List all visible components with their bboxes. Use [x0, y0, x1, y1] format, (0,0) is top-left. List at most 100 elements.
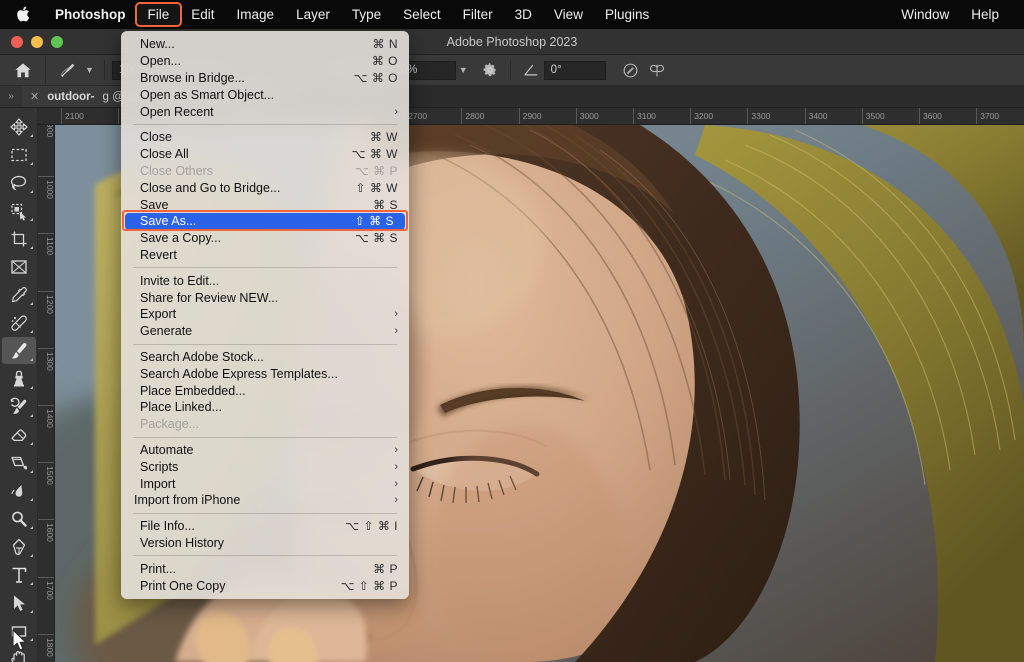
minimize-button[interactable] [31, 36, 43, 48]
menu-item-place-linked[interactable]: Place Linked... [121, 399, 409, 416]
menu-separator [133, 124, 397, 125]
menubar-item-image[interactable]: Image [226, 4, 286, 25]
menubar-item-select[interactable]: Select [392, 4, 452, 25]
ruler-tick-h: 3000 [576, 108, 599, 125]
blur-tool[interactable] [2, 477, 36, 504]
history-brush-tool[interactable] [2, 393, 36, 420]
file-menu-dropdown[interactable]: New...⌘ NOpen...⌘ OBrowse in Bridge...⌥ … [121, 31, 409, 599]
menu-item-import-from-iphone[interactable]: Import from iPhone› [121, 492, 409, 509]
spot-healing-brush-tool[interactable] [2, 309, 36, 336]
brush-preset-chevron-down-icon[interactable]: ▼ [82, 60, 97, 80]
brush-preset-icon[interactable] [56, 59, 82, 81]
menu-item-print-one-copy[interactable]: Print One Copy⌥ ⇧ ⌘ P [121, 577, 409, 594]
menu-item-search-adobe-stock[interactable]: Search Adobe Stock... [121, 349, 409, 366]
menu-item-save[interactable]: Save⌘ S [121, 196, 409, 213]
brush-tool[interactable] [2, 337, 36, 364]
menubar-item-edit[interactable]: Edit [180, 4, 225, 25]
menu-item-label: Close Others [140, 163, 341, 179]
menubar-item-filter[interactable]: Filter [452, 4, 504, 25]
menu-item-shortcut: ⌥ ⇧ ⌘ P [341, 579, 398, 593]
menu-item-export[interactable]: Export› [121, 306, 409, 323]
menu-item-invite-to-edit[interactable]: Invite to Edit... [121, 272, 409, 289]
crop-tool[interactable] [2, 225, 36, 252]
eyedropper-tool[interactable] [2, 281, 36, 308]
tool-more-indicator [30, 554, 33, 557]
pen-tool[interactable] [2, 533, 36, 560]
tablet-pressure-size-icon[interactable] [618, 58, 644, 82]
apple-logo-icon[interactable] [14, 4, 30, 23]
path-selection-tool[interactable] [2, 589, 36, 616]
menu-item-print[interactable]: Print...⌘ P [121, 560, 409, 577]
lasso-tool[interactable] [2, 169, 36, 196]
hand-tool[interactable] [2, 645, 36, 662]
gradient-tool[interactable] [2, 449, 36, 476]
tool-more-indicator [30, 638, 33, 641]
menu-item-close[interactable]: Close⌘ W [121, 129, 409, 146]
menubar-item-3d[interactable]: 3D [504, 4, 543, 25]
menu-item-file-info[interactable]: File Info...⌥ ⇧ ⌘ I [121, 518, 409, 535]
menu-item-place-embedded[interactable]: Place Embedded... [121, 382, 409, 399]
menu-item-share-for-review-new[interactable]: Share for Review NEW... [121, 289, 409, 306]
frame-tool[interactable] [2, 253, 36, 280]
menu-item-open[interactable]: Open...⌘ O [121, 53, 409, 70]
close-tab-icon[interactable]: ✕ [30, 90, 39, 103]
brush-preset-group[interactable]: ▼ [46, 55, 97, 86]
menu-item-label: Open... [140, 53, 358, 69]
menu-item-browse-in-bridge[interactable]: Browse in Bridge...⌥ ⌘ O [121, 70, 409, 87]
menu-item-scripts[interactable]: Scripts› [121, 458, 409, 475]
zoom-button[interactable] [51, 36, 63, 48]
menubar-item-file[interactable]: File [137, 4, 181, 25]
menubar-item-type[interactable]: Type [341, 4, 392, 25]
ruler-tick-v: 1500 [38, 462, 55, 522]
menu-item-automate[interactable]: Automate› [121, 442, 409, 459]
tool-more-indicator [30, 330, 33, 333]
rectangular-marquee-tool[interactable] [2, 141, 36, 168]
gear-icon[interactable] [477, 58, 503, 82]
move-tool[interactable] [2, 113, 36, 140]
menu-item-save-a-copy[interactable]: Save a Copy...⌥ ⌘ S [121, 230, 409, 247]
menu-item-label: Close [140, 129, 356, 145]
smoothing-chevron-down-icon[interactable]: ▼ [456, 60, 471, 80]
expand-panels-icon[interactable]: » [0, 86, 22, 107]
menu-item-shortcut: ⌥ ⌘ O [354, 71, 398, 85]
menu-item-shortcut: ⇧ ⌘ W [355, 181, 398, 195]
rectangle-tool[interactable] [2, 617, 36, 644]
object-selection-tool[interactable] [2, 197, 36, 224]
butterfly-symmetry-icon[interactable] [644, 58, 670, 82]
angle-value[interactable]: 0° [544, 61, 606, 80]
menu-item-import[interactable]: Import› [121, 475, 409, 492]
dodge-tool[interactable] [2, 505, 36, 532]
ruler-tick-v: 1100 [38, 233, 55, 293]
menu-item-save-as[interactable]: Save As...⇧ ⌘ S [125, 213, 405, 230]
type-tool[interactable] [2, 561, 36, 588]
menu-item-close-and-go-to-bridge[interactable]: Close and Go to Bridge...⇧ ⌘ W [121, 179, 409, 196]
menu-separator [133, 344, 397, 345]
menu-item-label: Close All [140, 146, 338, 162]
menu-item-close-all[interactable]: Close All⌥ ⌘ W [121, 146, 409, 163]
menu-item-version-history[interactable]: Version History [121, 535, 409, 552]
ruler-tick-h: 3200 [690, 108, 713, 125]
chevron-right-icon: › [394, 106, 398, 118]
menubar-item-view[interactable]: View [543, 4, 594, 25]
eraser-tool[interactable] [2, 421, 36, 448]
menubar-item-layer[interactable]: Layer [285, 4, 341, 25]
menu-item-search-adobe-express-templates[interactable]: Search Adobe Express Templates... [121, 365, 409, 382]
tool-more-indicator [30, 358, 33, 361]
home-icon[interactable] [0, 55, 46, 86]
menu-item-new[interactable]: New...⌘ N [121, 36, 409, 53]
menu-item-shortcut: ⌥ ⌘ P [355, 164, 398, 178]
tool-more-indicator [30, 302, 33, 305]
clone-stamp-tool[interactable] [2, 365, 36, 392]
menubar-item-window[interactable]: Window [890, 4, 960, 25]
chevron-right-icon: › [394, 308, 398, 320]
menubar-item-help[interactable]: Help [960, 4, 1010, 25]
menubar-item-plugins[interactable]: Plugins [594, 4, 660, 25]
menu-item-generate[interactable]: Generate› [121, 323, 409, 340]
ruler-tick-h: 3500 [862, 108, 885, 125]
menu-item-open-recent[interactable]: Open Recent› [121, 103, 409, 120]
menu-item-open-as-smart-object[interactable]: Open as Smart Object... [121, 86, 409, 103]
menu-item-revert[interactable]: Revert [121, 247, 409, 264]
close-button[interactable] [11, 36, 23, 48]
menu-item-label: Place Linked... [140, 399, 398, 415]
menubar-item-photoshop[interactable]: Photoshop [44, 4, 137, 25]
